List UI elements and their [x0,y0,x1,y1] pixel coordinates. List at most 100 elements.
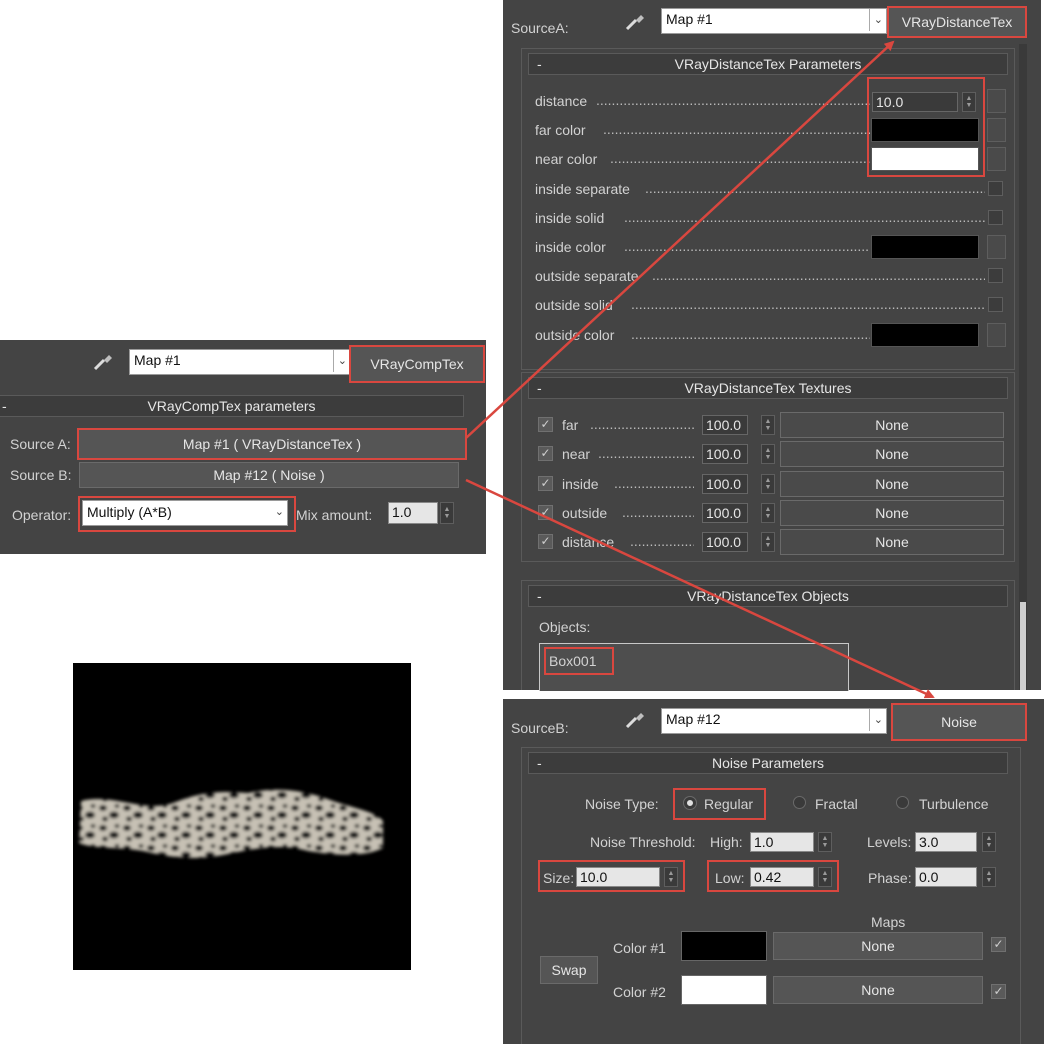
object-item[interactable]: Box001 [544,647,614,675]
color-swatch[interactable] [871,322,979,347]
texture-map-button[interactable]: None [780,499,1004,526]
spinner-arrows-icon[interactable]: ▲ ▼ [761,532,775,553]
scrollbar-thumb[interactable] [1020,602,1026,690]
eyedropper-icon[interactable] [623,707,647,731]
eyedropper-icon[interactable] [623,9,647,33]
radio-fractal-label[interactable]: Fractal [815,796,858,812]
levels-label: Levels: [867,834,912,850]
spinner-arrows-icon[interactable]: ▲ ▼ [664,867,678,887]
color1-label: Color #1 [613,940,666,956]
texture-map-label: None [875,446,909,463]
texture-map-button[interactable]: None [780,412,1004,438]
texture-dots: ........................................ [614,474,694,491]
texture-checkbox[interactable]: ✓ [538,504,553,520]
radio-regular[interactable] [684,797,696,809]
spinner-arrows-icon[interactable]: ▲ ▼ [982,867,996,887]
spinner-arrows-icon[interactable]: ▲ ▼ [761,502,775,523]
noise-rollout-header[interactable]: - Noise Parameters [528,752,1008,774]
param-row-inside-solid: inside solid............................… [522,206,1016,230]
radio-turbulence-label[interactable]: Turbulence [919,796,989,812]
color1-swatch[interactable] [681,931,767,961]
param-dots: ........................................… [610,150,870,167]
color2-map-button[interactable]: None [773,976,983,1004]
object-item-label: Box001 [549,653,597,669]
map-slot-button[interactable] [987,322,1006,347]
mix-amount-input[interactable]: 1.0 [388,502,438,524]
spinner-arrows-icon[interactable]: ▲ ▼ [761,415,775,435]
textures-rollout-header[interactable]: - VRayDistanceTex Textures [528,377,1008,399]
objects-rollout-title: VRayDistanceTex Objects [687,588,849,604]
param-checkbox[interactable] [988,209,1003,225]
radio-fractal[interactable] [793,796,806,809]
param-label: distance [535,93,588,109]
spinner-arrows-icon[interactable]: ▲ ▼ [440,502,454,524]
texture-label: inside [562,475,599,492]
spinner-arrows-icon[interactable]: ▲ ▼ [982,832,996,852]
objects-list[interactable]: Box001 [539,643,849,691]
params-rollout: - VRayDistanceTex Parameters distance...… [521,48,1015,370]
param-checkbox[interactable] [988,297,1003,313]
objects-rollout: - VRayDistanceTex Objects Objects: Box00… [521,580,1015,691]
low-input[interactable]: 0.42 [750,867,814,887]
radio-turbulence[interactable] [896,796,909,809]
radio-regular-label[interactable]: Regular [704,796,753,812]
texture-checkbox[interactable]: ✓ [538,475,553,491]
texture-amount-input[interactable]: 100.0 [702,415,748,435]
texture-map-button[interactable]: None [780,441,1004,468]
map-slot-button[interactable] [987,118,1006,143]
comp-rollout-header[interactable]: - VRayCompTex parameters [0,395,464,417]
swap-button[interactable]: Swap [540,956,598,984]
texture-map-button[interactable]: None [780,529,1004,556]
color1-map-checkbox[interactable]: ✓ [991,937,1006,952]
spinner-arrows-icon[interactable]: ▲ ▼ [761,473,775,494]
texture-map-label: None [875,534,909,551]
objects-rollout-header[interactable]: - VRayDistanceTex Objects [528,585,1008,607]
type-button-noise[interactable]: Noise [891,703,1027,741]
high-input[interactable]: 1.0 [750,832,814,852]
texture-map-button[interactable]: None [780,470,1004,497]
size-input[interactable]: 10.0 [576,867,660,887]
levels-input[interactable]: 3.0 [915,832,977,852]
color-swatch[interactable] [871,235,979,259]
color1-map-button[interactable]: None [773,932,983,960]
source-b-button[interactable]: Map #12 ( Noise ) [79,462,459,488]
scrollbar[interactable] [1019,44,1027,690]
param-dots: ........................................… [631,296,985,313]
type-button-vraydistancetex[interactable]: VRayDistanceTex [887,6,1027,38]
map-select[interactable]: Map #1 ⌄ [661,8,887,34]
type-button-vraycomptex[interactable]: VRayCompTex [349,345,485,383]
eyedropper-icon[interactable] [91,349,115,373]
param-checkbox[interactable] [988,180,1003,196]
param-label: outside solid [535,297,613,314]
param-label: near color [535,151,598,168]
checkmark-icon: ✓ [993,937,1004,951]
map-slot-button[interactable] [987,89,1006,113]
param-row-inside-separate: inside separate.........................… [522,177,1016,201]
spinner-arrows-icon[interactable]: ▲ ▼ [761,444,775,465]
map-slot-button[interactable] [987,235,1006,259]
texture-checkbox[interactable]: ✓ [538,446,553,462]
params-rollout-header[interactable]: - VRayDistanceTex Parameters [528,53,1008,75]
param-dots: ........................................… [624,208,985,225]
texture-amount-input[interactable]: 100.0 [702,473,748,494]
texture-checkbox[interactable]: ✓ [538,417,553,432]
texture-amount-input[interactable]: 100.0 [702,502,748,523]
spinner-arrows-icon[interactable]: ▲ ▼ [818,867,832,887]
checkmark-icon: ✓ [540,504,551,519]
map-select[interactable]: Map #12 ⌄ [661,708,887,734]
spinner-arrows-icon[interactable]: ▲ ▼ [818,832,832,852]
texture-checkbox[interactable]: ✓ [538,534,553,550]
source-a-button[interactable]: Map #1 ( VRayDistanceTex ) [77,428,467,460]
map-select[interactable]: Map #1 ⌄ [129,349,351,375]
phase-input[interactable]: 0.0 [915,867,977,887]
color2-swatch[interactable] [681,975,767,1005]
texture-amount-input[interactable]: 100.0 [702,444,748,465]
type-button-label: VRayDistanceTex [901,14,1013,30]
param-row-outside-color: outside color...........................… [522,322,1016,347]
texture-amount-input[interactable]: 100.0 [702,532,748,553]
high-label: High: [710,834,743,850]
map-slot-button[interactable] [987,147,1006,172]
param-checkbox[interactable] [988,268,1003,284]
color2-map-checkbox[interactable]: ✓ [991,984,1006,999]
texture-dots: ........................................ [590,416,694,432]
